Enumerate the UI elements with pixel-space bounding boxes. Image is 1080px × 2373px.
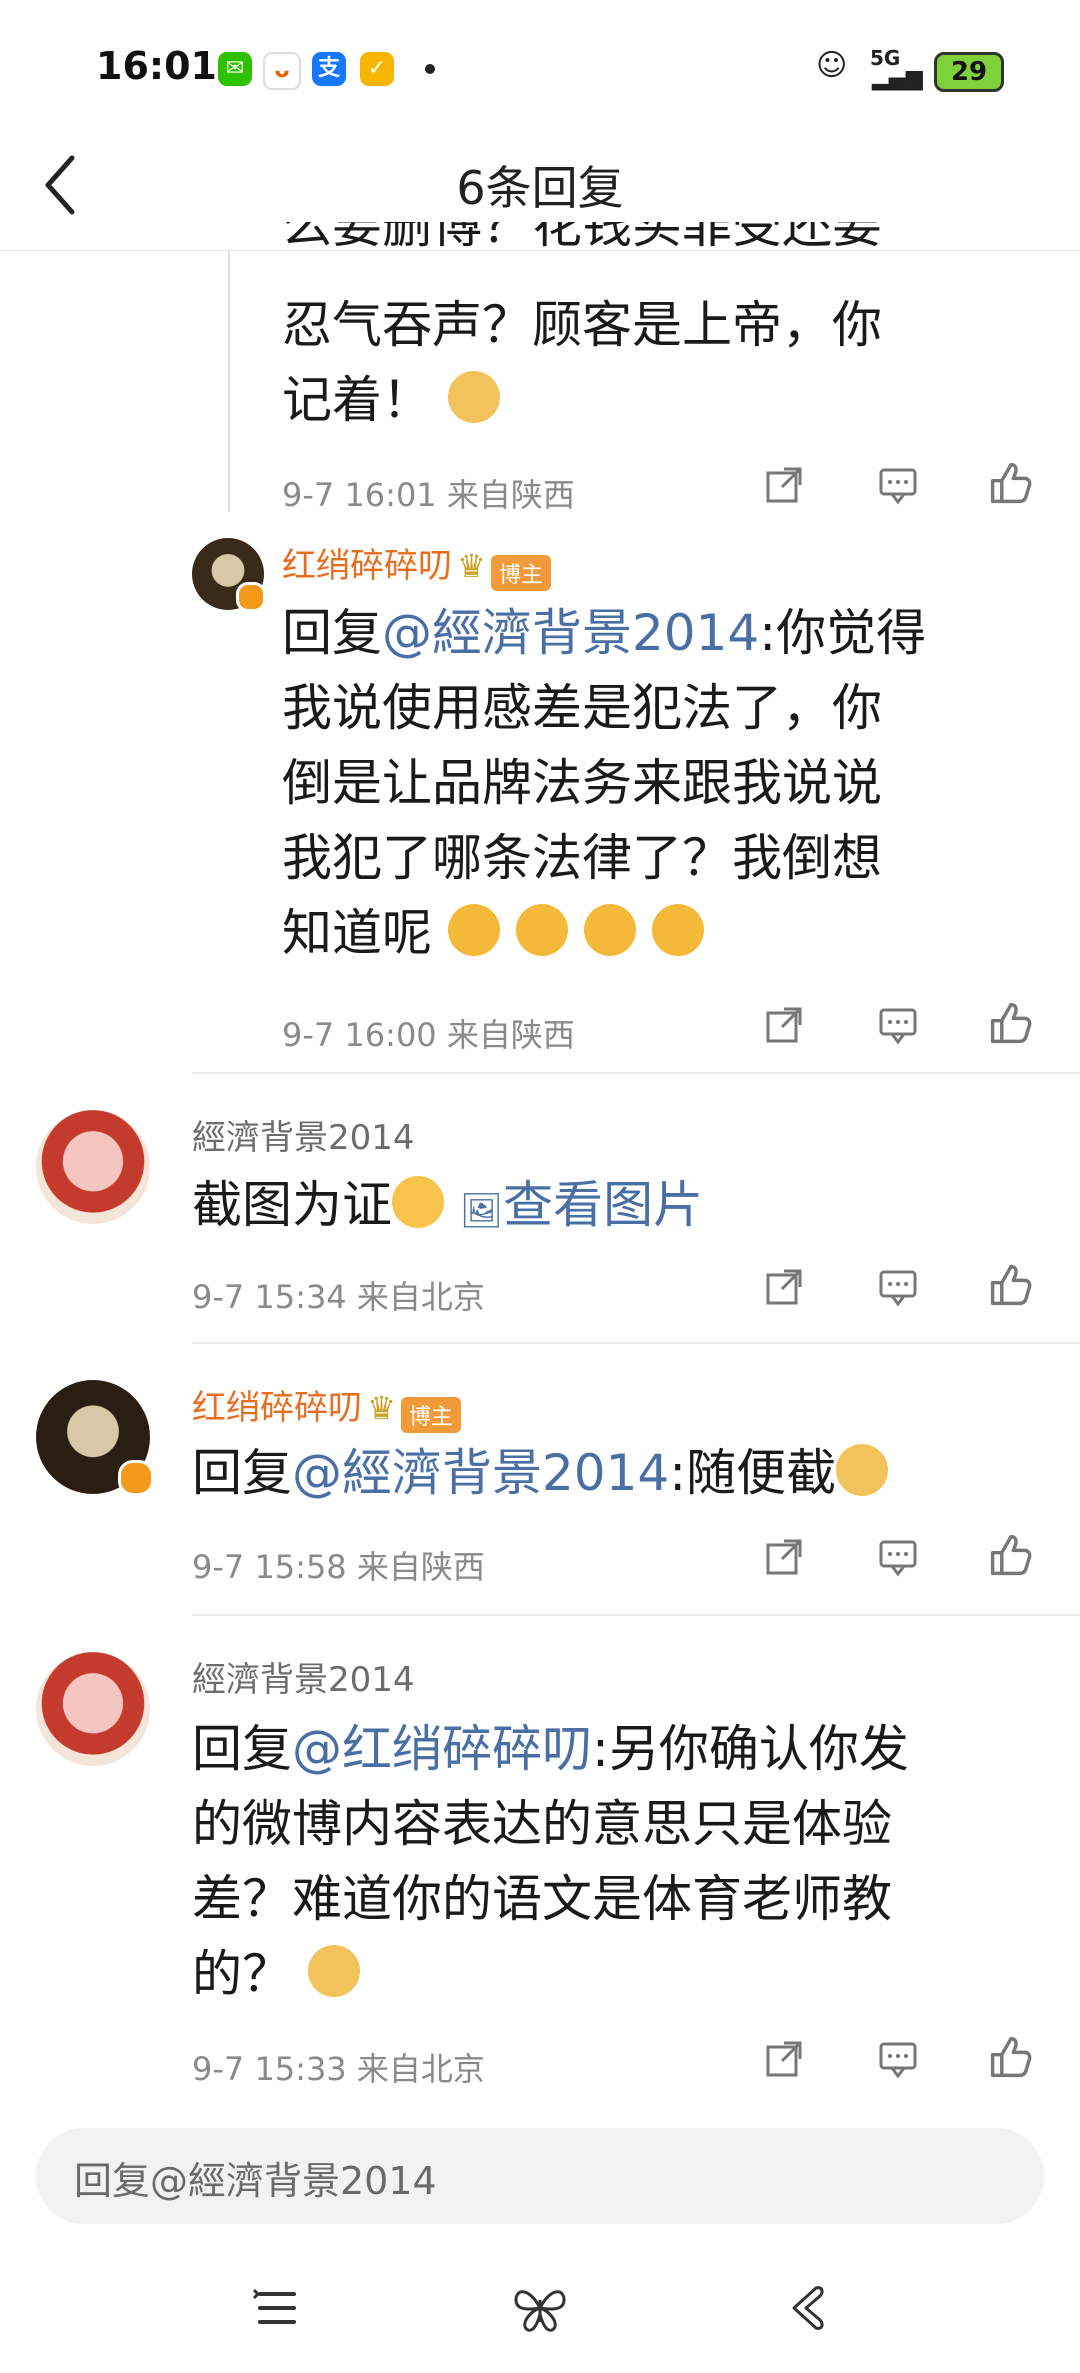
menu-icon[interactable] <box>246 2278 306 2338</box>
status-time: 16:01 <box>96 44 217 88</box>
comment-meta: 9-7 15:34 来自北京 <box>192 1278 485 1316</box>
verified-badge-icon <box>118 1460 154 1496</box>
comment-text-line: 我说使用感差是犯法了，你 <box>282 679 882 737</box>
avatar[interactable] <box>36 1652 150 1766</box>
comment-text-line: 我犯了哪条法律了？我倒想 <box>282 829 882 887</box>
battery-icon: 29 <box>934 52 1004 92</box>
comment-icon[interactable] <box>878 1537 918 1577</box>
verified-badge-icon <box>236 582 266 612</box>
comment-text-line: 的？ <box>192 1937 360 2012</box>
notification-dot-icon <box>425 64 435 74</box>
comment-meta: 9-7 16:01 来自陕西 <box>282 476 575 514</box>
share-icon[interactable] <box>764 1537 804 1577</box>
laughing-emoji-icon <box>583 904 636 956</box>
rewards-icon: ✓ <box>360 52 394 86</box>
comment-icon[interactable] <box>878 1267 918 1307</box>
butterfly-icon[interactable] <box>510 2278 570 2338</box>
share-icon[interactable] <box>764 2039 804 2079</box>
doge-emoji-icon <box>836 1444 889 1496</box>
thread-line <box>228 250 230 512</box>
mention-link[interactable]: @經濟背景2014 <box>292 1444 669 1502</box>
avatar[interactable] <box>36 1110 150 1224</box>
doge-emoji-icon <box>447 371 500 423</box>
comment-text-line: 回复@經濟背景2014:随便截 <box>192 1436 889 1511</box>
comment-meta: 9-7 16:00 来自陕西 <box>282 1016 575 1054</box>
comment-text-line: 忍气吞声？顾客是上帝，你 <box>282 296 882 354</box>
comment-meta: 9-7 15:33 来自北京 <box>192 2050 485 2088</box>
comment-author-row: 红绡碎碎叨 ♛ 博主 <box>192 1380 461 1433</box>
comment-icon[interactable] <box>878 465 918 505</box>
signal-icon: ▂▄▆ <box>872 66 923 91</box>
laughing-emoji-icon <box>651 904 704 956</box>
comment-text-line: 记着！ <box>282 363 500 438</box>
crown-icon: ♛ <box>457 547 486 585</box>
laughing-emoji-icon <box>447 904 500 956</box>
author-badge: 博主 <box>490 554 551 591</box>
username[interactable]: 红绡碎碎叨 <box>282 546 452 586</box>
like-icon[interactable] <box>988 460 1034 506</box>
username[interactable]: 經濟背景2014 <box>192 1110 415 1159</box>
alipay-icon: 支 <box>312 52 346 86</box>
reply-input-text[interactable]: 回复@經濟背景2014 <box>74 2150 437 2205</box>
mention-link[interactable]: @红绡碎碎叨 <box>292 1720 592 1778</box>
share-icon[interactable] <box>764 1005 804 1045</box>
like-icon[interactable] <box>988 1262 1034 1308</box>
comment-text-line: 回复@經濟背景2014:你觉得 <box>282 604 927 662</box>
divider <box>192 1614 1080 1616</box>
username[interactable]: 經濟背景2014 <box>192 1652 415 1701</box>
comment-author-row: 红绡碎碎叨 ♛ 博主 <box>282 538 551 591</box>
divider <box>192 1342 1080 1344</box>
share-icon[interactable] <box>764 1267 804 1307</box>
view-image-link[interactable]: 🖼查看图片 <box>460 1176 703 1234</box>
like-icon[interactable] <box>988 2034 1034 2080</box>
divider <box>192 1072 1080 1074</box>
comment-text-clipped: 么要删博？花钱买罪受还要 <box>282 222 882 254</box>
yum-emoji-icon <box>392 1176 444 1228</box>
doge-emoji-icon <box>307 1945 360 1997</box>
mention-link[interactable]: @經濟背景2014 <box>382 604 759 662</box>
hotspot-icon: ☺ <box>816 48 848 83</box>
comment-text-line: 差？难道你的语文是体育老师教 <box>192 1870 892 1928</box>
comment-meta: 9-7 15:58 来自陕西 <box>192 1548 485 1586</box>
comment-text-line: 知道呢 <box>282 896 704 971</box>
comment-text-line: 回复@红绡碎碎叨:另你确认你发 <box>192 1720 909 1778</box>
share-icon[interactable] <box>764 465 804 505</box>
username[interactable]: 红绡碎碎叨 <box>192 1388 362 1428</box>
like-icon[interactable] <box>988 1532 1034 1578</box>
crown-icon: ♛ <box>367 1389 396 1427</box>
author-badge: 博主 <box>400 1396 461 1433</box>
comment-icon[interactable] <box>878 1005 918 1045</box>
back-nav-icon[interactable] <box>776 2278 836 2338</box>
image-icon: 🖼 <box>459 1191 504 1231</box>
laughing-emoji-icon <box>515 904 568 956</box>
comment-text-line: 倒是让品牌法务来跟我说说 <box>282 754 882 812</box>
page-title: 6条回复 <box>456 161 624 215</box>
comment-icon[interactable] <box>878 2039 918 2079</box>
comment-text-line: 截图为证 🖼查看图片 <box>192 1176 704 1234</box>
taobao-icon: ᴗ <box>263 52 301 90</box>
like-icon[interactable] <box>988 1000 1034 1046</box>
comment-text-line: 的微博内容表达的意思只是体验 <box>192 1795 892 1853</box>
wechat-icon: ✉ <box>218 52 252 86</box>
